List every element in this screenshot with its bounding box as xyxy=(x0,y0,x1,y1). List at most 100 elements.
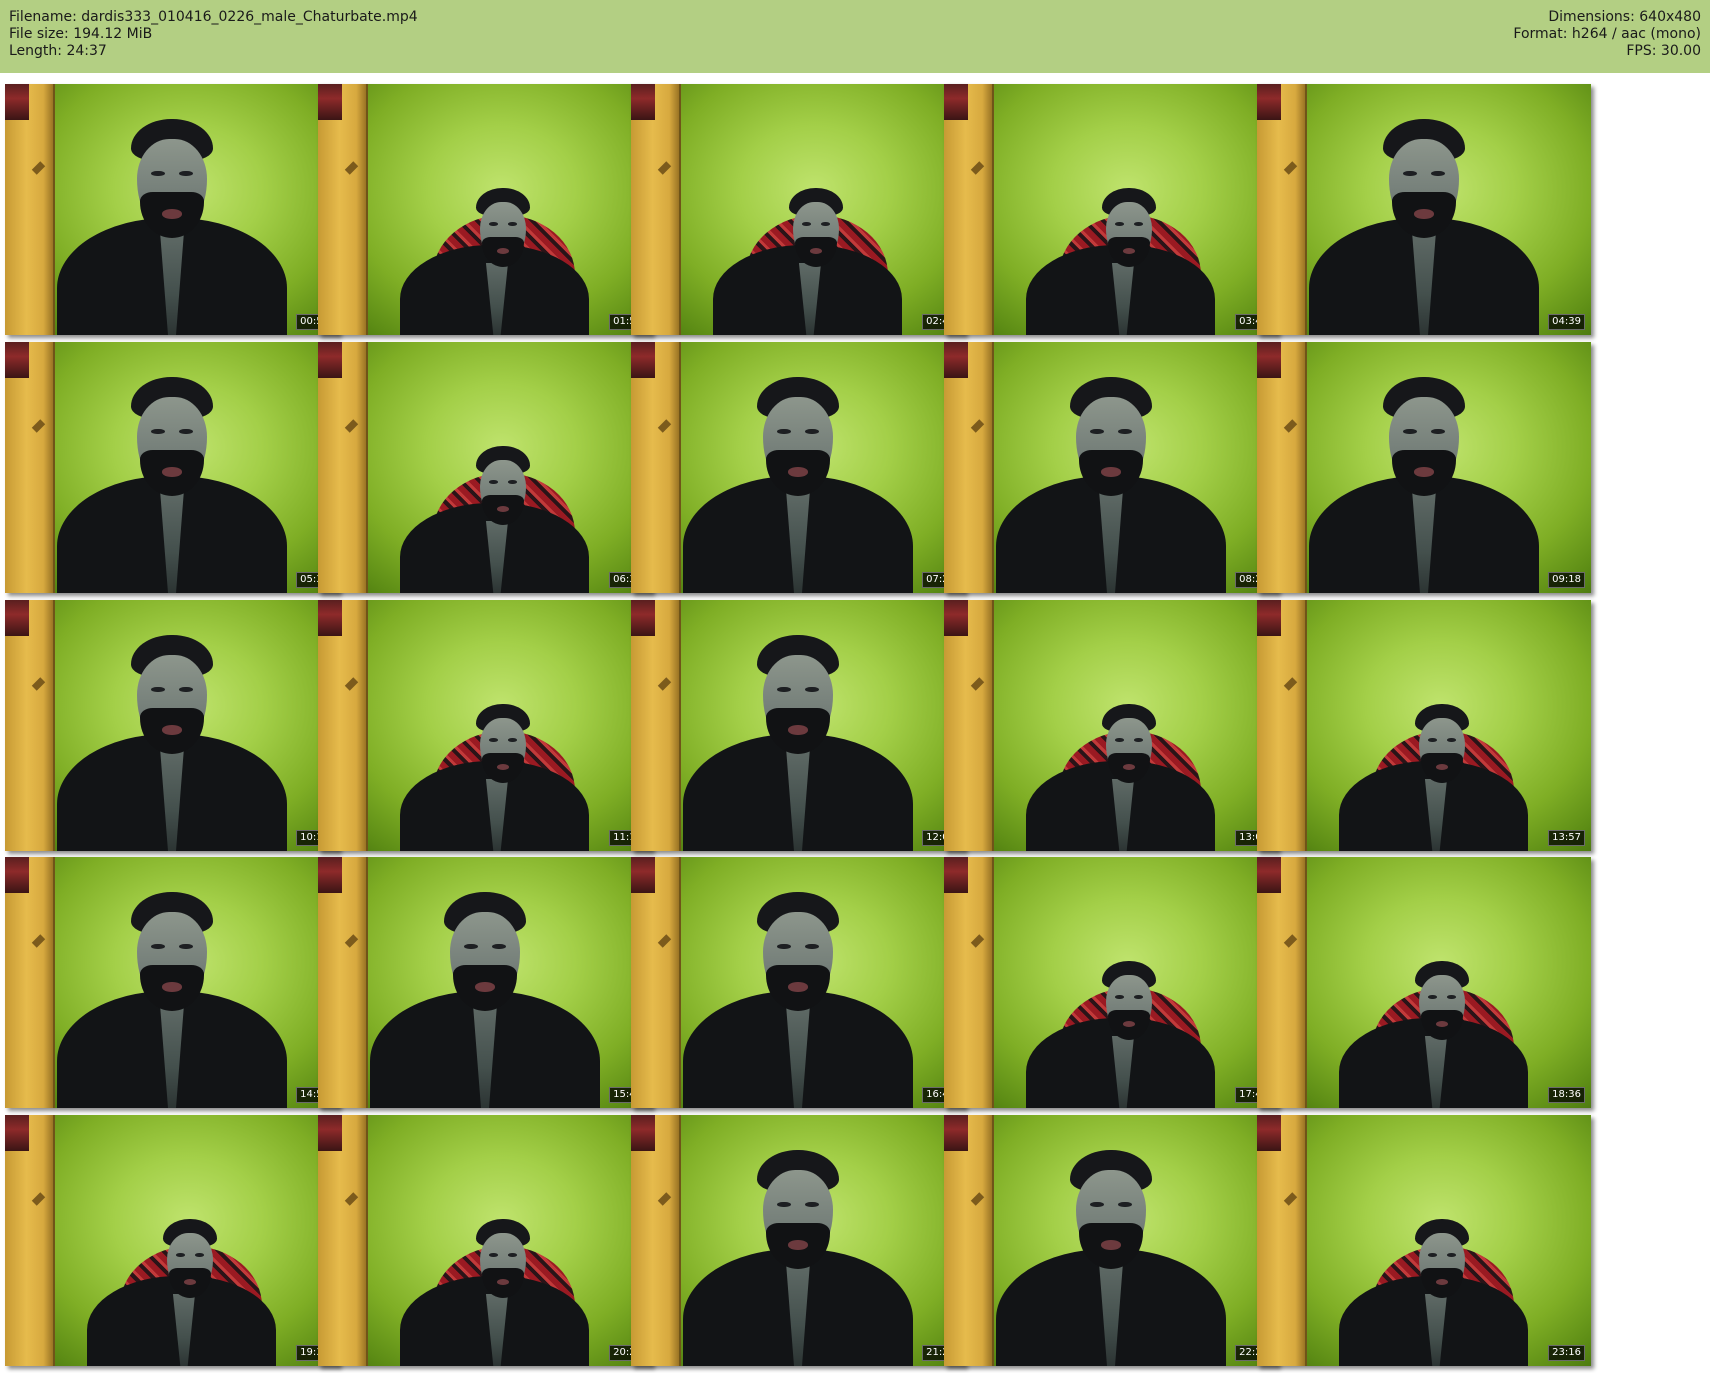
shelf-item xyxy=(5,857,29,893)
video-thumbnail[interactable]: 21:24 xyxy=(631,1115,965,1366)
thumbnail-timestamp: 23:16 xyxy=(1548,1345,1585,1361)
shelf-item xyxy=(318,1115,342,1151)
shelf-item xyxy=(944,342,968,378)
eye-right xyxy=(1118,1201,1132,1208)
person-figure xyxy=(1321,958,1551,1108)
mouth xyxy=(162,725,182,735)
shelf-item xyxy=(5,1115,29,1151)
video-thumbnail[interactable]: 05:35 xyxy=(5,342,339,593)
mouth xyxy=(1101,467,1121,477)
video-thumbnail[interactable]: 16:45 xyxy=(631,857,965,1108)
video-thumbnail[interactable]: 09:18 xyxy=(1257,342,1591,593)
person-figure xyxy=(1299,368,1549,593)
eye-right xyxy=(1133,995,1143,1000)
video-thumbnail[interactable]: 13:57 xyxy=(1257,600,1591,851)
video-thumbnail[interactable]: 14:53 xyxy=(5,857,339,1108)
person-figure xyxy=(1321,701,1551,851)
video-thumbnail[interactable]: 20:28 xyxy=(318,1115,652,1366)
mouth xyxy=(475,982,495,992)
video-thumbnail[interactable]: 08:22 xyxy=(944,342,1278,593)
eye-right xyxy=(1118,428,1132,435)
person-figure xyxy=(673,883,923,1108)
video-thumbnail[interactable]: 19:32 xyxy=(5,1115,339,1366)
video-thumbnail[interactable]: 11:10 xyxy=(318,600,652,851)
eye-right xyxy=(1446,995,1456,1000)
video-thumbnail[interactable]: 23:16 xyxy=(1257,1115,1591,1366)
video-thumbnail[interactable]: 00:55 xyxy=(5,84,339,335)
shelf-item xyxy=(318,600,342,636)
eye-right xyxy=(507,1253,517,1258)
mouth xyxy=(1101,1240,1121,1250)
video-thumbnail[interactable]: 04:39 xyxy=(1257,84,1591,335)
person-figure xyxy=(69,1216,299,1366)
eye-left xyxy=(1403,170,1417,177)
eye-left xyxy=(151,943,165,950)
eye-left xyxy=(151,686,165,693)
eye-left xyxy=(1090,428,1104,435)
video-thumbnail[interactable]: 18:36 xyxy=(1257,857,1591,1108)
video-thumbnail[interactable]: 22:20 xyxy=(944,1115,1278,1366)
person-figure xyxy=(986,1141,1236,1366)
shelf-item xyxy=(318,342,342,378)
video-thumbnail[interactable]: 06:30 xyxy=(318,342,652,593)
mouth xyxy=(1414,209,1434,219)
eye-left xyxy=(777,1201,791,1208)
eye-right xyxy=(507,222,517,227)
person-figure xyxy=(382,185,612,335)
video-thumbnail[interactable]: 17:41 xyxy=(944,857,1278,1108)
wardrobe-door xyxy=(631,84,681,335)
video-thumbnail[interactable]: 03:43 xyxy=(944,84,1278,335)
eye-right xyxy=(507,738,517,743)
eye-left xyxy=(464,943,478,950)
person-figure xyxy=(673,626,923,851)
shelf-item xyxy=(1257,342,1281,378)
person-figure xyxy=(673,368,923,593)
person-figure xyxy=(1299,110,1549,335)
wardrobe-door xyxy=(318,1115,368,1366)
eye-left xyxy=(777,428,791,435)
eye-right xyxy=(805,428,819,435)
mouth xyxy=(788,1240,808,1250)
video-thumbnail[interactable]: 15:49 xyxy=(318,857,652,1108)
thumbnail-timestamp: 09:18 xyxy=(1548,572,1585,588)
thumbnail-timestamp: 04:39 xyxy=(1548,314,1585,330)
mouth xyxy=(162,209,182,219)
wardrobe-door xyxy=(5,1115,55,1366)
shelf-item xyxy=(5,84,29,120)
wardrobe-door xyxy=(944,600,994,851)
thumbnail-grid: 00:55 01:51 02:47 03:43 04:39 05:35 06:30 07:26… xyxy=(0,0,1710,1373)
video-thumbnail[interactable]: 01:51 xyxy=(318,84,652,335)
video-thumbnail[interactable]: 10:14 xyxy=(5,600,339,851)
shelf-item xyxy=(5,600,29,636)
person-figure xyxy=(1008,958,1238,1108)
person-figure xyxy=(382,1216,612,1366)
mouth xyxy=(162,467,182,477)
person-figure xyxy=(47,883,297,1108)
shelf-item xyxy=(631,342,655,378)
wardrobe-door xyxy=(1257,600,1307,851)
shelf-item xyxy=(5,342,29,378)
thumbnail-timestamp: 13:57 xyxy=(1548,830,1585,846)
person-figure xyxy=(673,1141,923,1366)
eye-right xyxy=(805,943,819,950)
mouth xyxy=(162,982,182,992)
video-thumbnail[interactable]: 13:01 xyxy=(944,600,1278,851)
eye-left xyxy=(777,943,791,950)
eye-right xyxy=(492,943,506,950)
eye-right xyxy=(179,428,193,435)
person-figure xyxy=(47,368,297,593)
person-figure xyxy=(1008,185,1238,335)
eye-right xyxy=(1431,428,1445,435)
thumbnail-timestamp: 18:36 xyxy=(1548,1087,1585,1103)
shelf-item xyxy=(944,1115,968,1151)
person-figure xyxy=(1008,701,1238,851)
wardrobe-door xyxy=(944,84,994,335)
video-thumbnail[interactable]: 02:47 xyxy=(631,84,965,335)
video-thumbnail[interactable]: 07:26 xyxy=(631,342,965,593)
video-thumbnail[interactable]: 12:05 xyxy=(631,600,965,851)
shelf-item xyxy=(944,84,968,120)
shelf-item xyxy=(1257,1115,1281,1151)
eye-right xyxy=(820,222,830,227)
eye-right xyxy=(1446,738,1456,743)
shelf-item xyxy=(318,84,342,120)
